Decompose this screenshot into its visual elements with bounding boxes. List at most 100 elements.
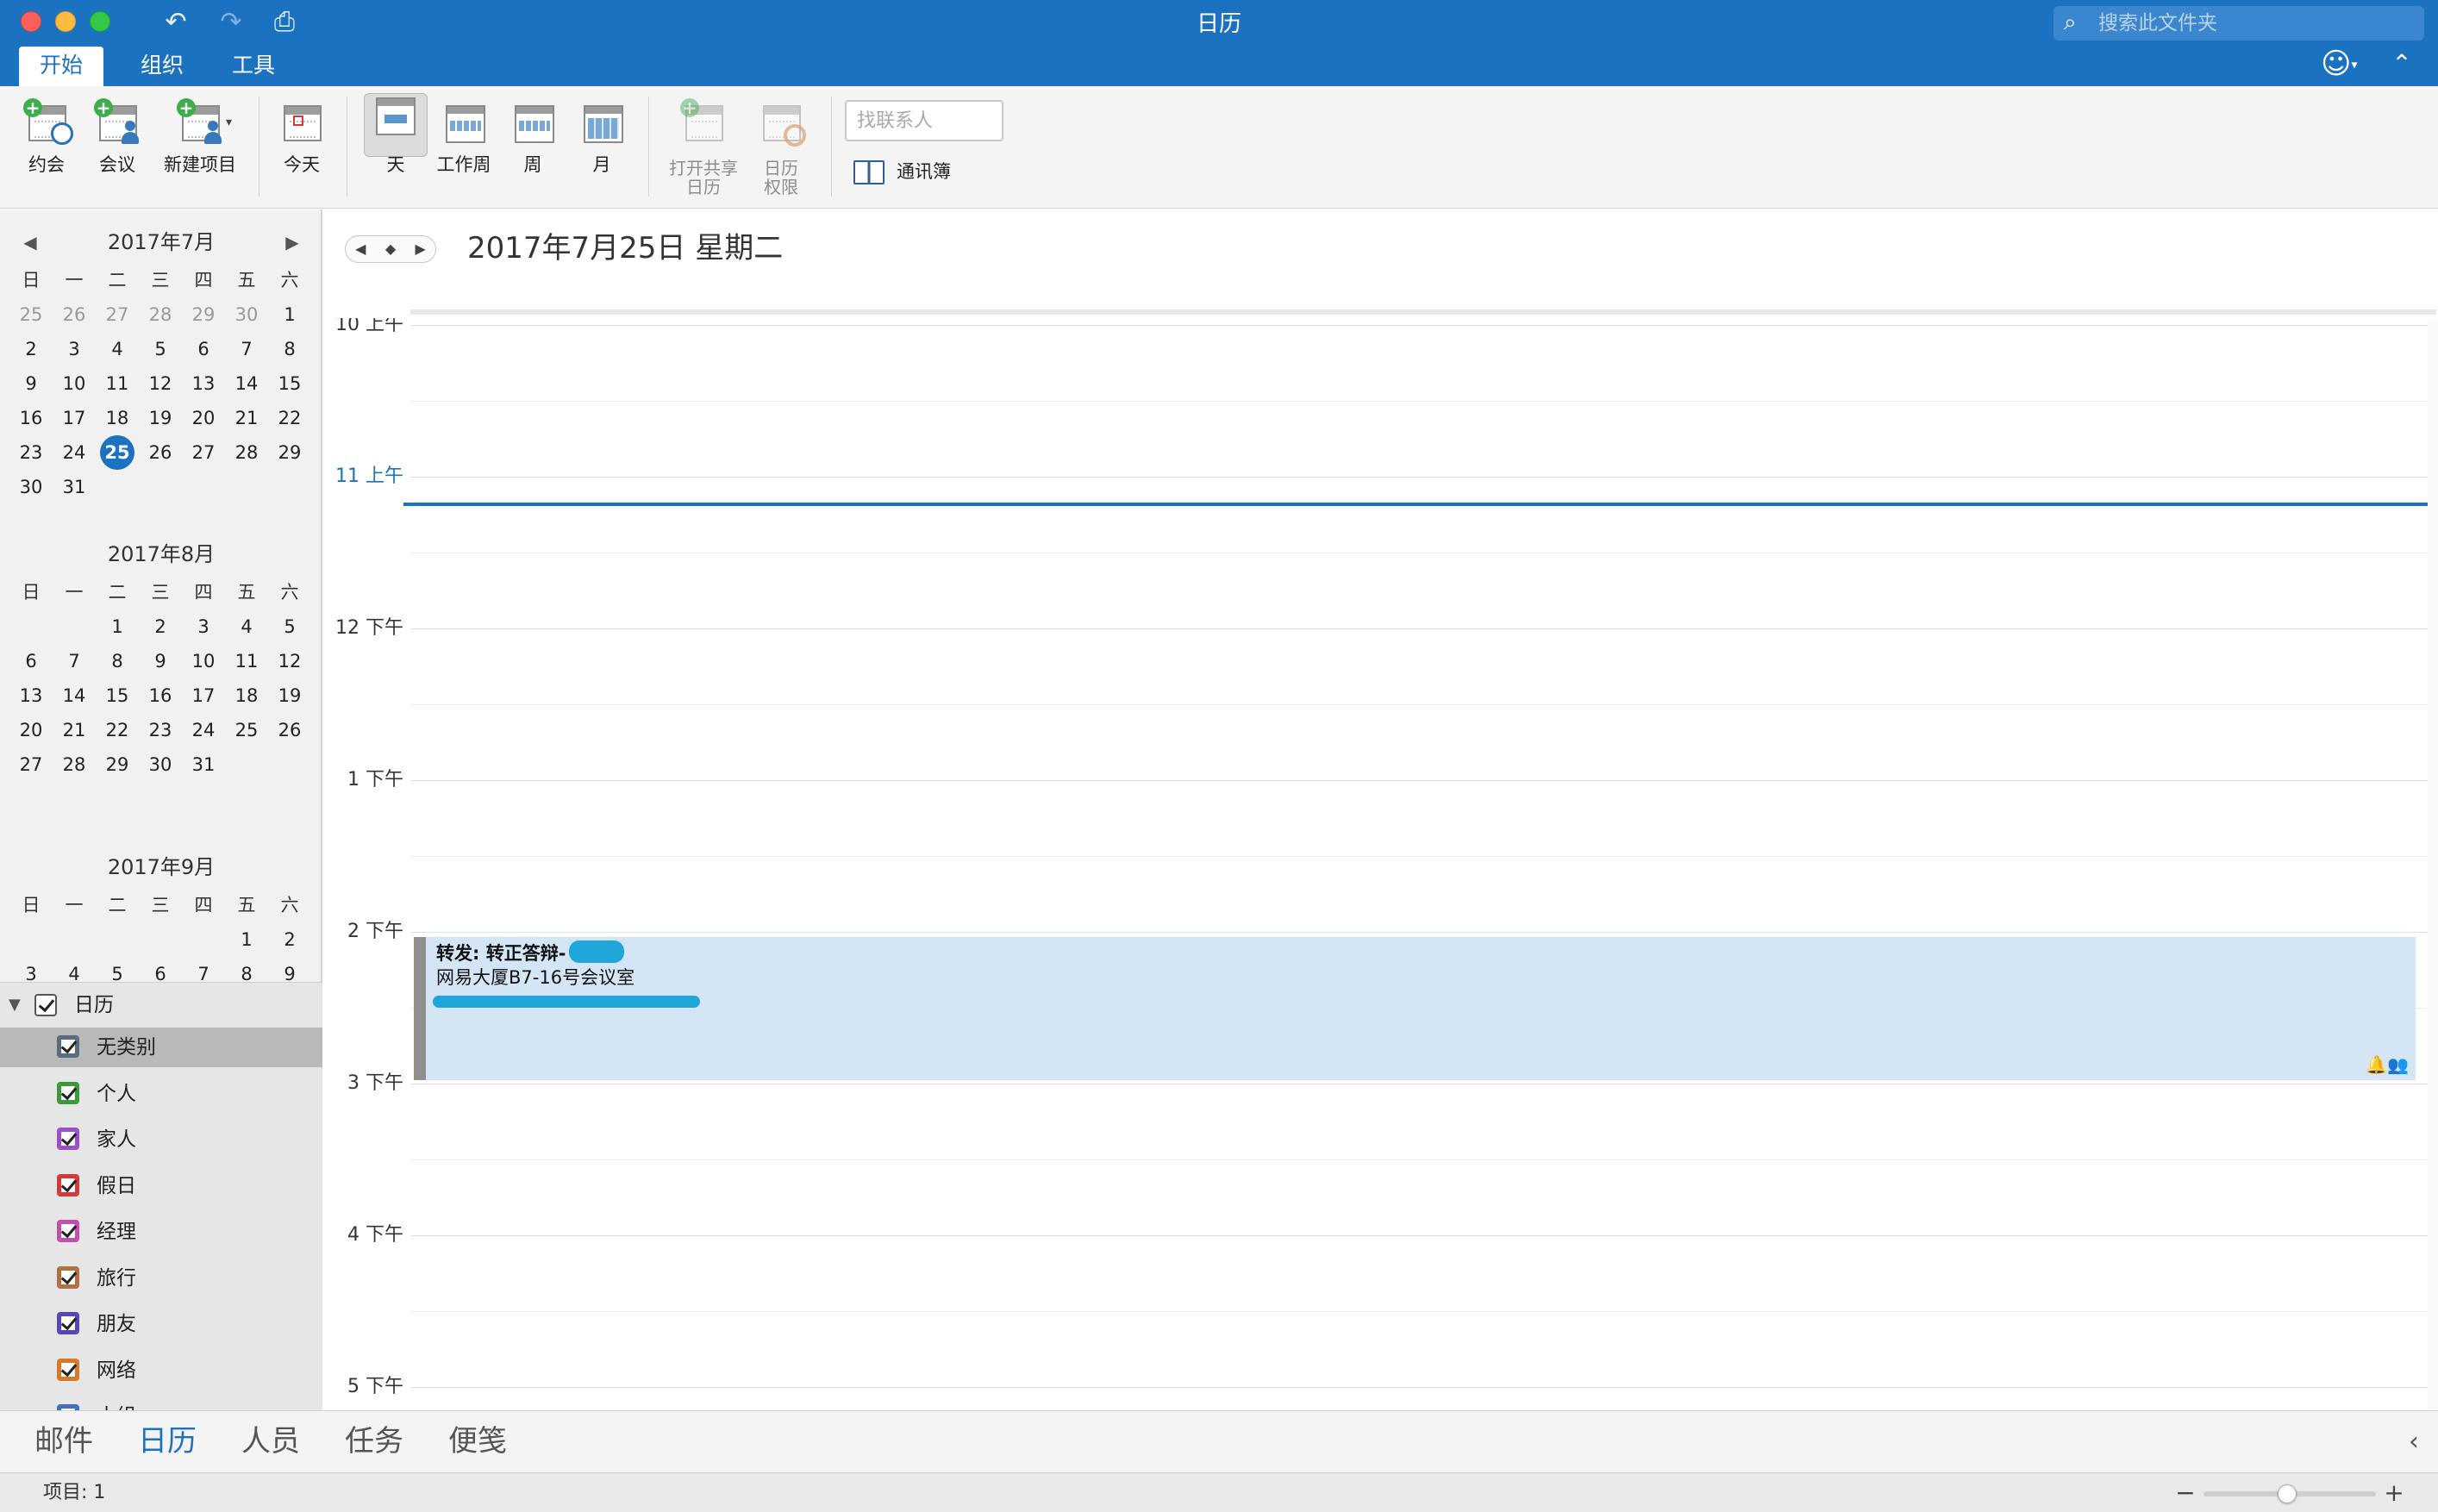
mini-calendar-day[interactable]: 29	[268, 435, 311, 470]
calendar-root-checkbox[interactable]	[34, 994, 57, 1016]
mini-calendar-day[interactable]: 30	[139, 747, 182, 782]
collapse-panel-chevron-icon[interactable]: ‹	[2398, 1427, 2429, 1458]
mini-calendar-day[interactable]: 20	[9, 713, 53, 747]
category-item[interactable]: 朋友	[0, 1304, 322, 1344]
mini-calendar-day[interactable]: 18	[96, 401, 139, 435]
mini-calendar-day[interactable]: 2	[139, 609, 182, 644]
mini-calendar-day[interactable]: 6	[139, 957, 182, 981]
previous-day-arrow-icon[interactable]: ◀	[346, 236, 376, 262]
nav-mail[interactable]: 邮件	[34, 1421, 93, 1461]
mini-calendar-day[interactable]: 13	[9, 678, 53, 713]
vertical-scrollbar[interactable]	[2428, 318, 2438, 1410]
week-view-button[interactable]: 周	[503, 86, 562, 209]
mini-calendar-day[interactable]: 8	[225, 957, 268, 981]
mini-calendar-day[interactable]: 27	[96, 297, 139, 332]
mini-calendar-day[interactable]: 1	[96, 609, 139, 644]
mini-calendar-day[interactable]: 23	[9, 435, 53, 470]
mini-calendar-day[interactable]: 12	[139, 366, 182, 401]
mini-calendar-day[interactable]: 15	[268, 366, 311, 401]
collapse-ribbon-chevron-up-icon[interactable]: ⌃	[2385, 48, 2419, 79]
tab-organize[interactable]: 组织	[121, 47, 203, 84]
nav-people[interactable]: 人员	[241, 1421, 300, 1461]
calendar-event[interactable]: 转发: 转正答辩- 网易大厦B7-16号会议室 🔔👥	[414, 937, 2416, 1080]
mini-calendar-day[interactable]: 9	[9, 366, 53, 401]
mini-calendar-day[interactable]: 27	[9, 747, 53, 782]
mini-calendar-day[interactable]: 31	[182, 747, 225, 782]
mini-calendar-day[interactable]: 10	[53, 366, 96, 401]
mini-calendar-day[interactable]: 21	[53, 713, 96, 747]
mini-calendar-day[interactable]: 8	[96, 644, 139, 678]
mini-calendar-day[interactable]: 12	[268, 644, 311, 678]
disclosure-triangle-icon[interactable]: ▼	[9, 988, 21, 1022]
mini-calendar-day[interactable]: 9	[268, 957, 311, 981]
mini-calendar-day[interactable]: 26	[139, 435, 182, 470]
mini-calendar-day[interactable]: 4	[96, 332, 139, 366]
feedback-smiley-icon[interactable]: ☺▾	[2321, 47, 2371, 81]
undo-icon[interactable]: ↶	[159, 7, 193, 38]
find-contact-input[interactable]	[845, 100, 1003, 141]
mini-calendar-day[interactable]: 5	[96, 957, 139, 981]
nav-tasks[interactable]: 任务	[345, 1421, 403, 1461]
mini-calendar-day[interactable]: 14	[53, 678, 96, 713]
mini-calendar-day[interactable]: 18	[225, 678, 268, 713]
mini-calendar-day[interactable]: 4	[225, 609, 268, 644]
mini-calendar-day[interactable]: 16	[9, 401, 53, 435]
mini-calendar-day[interactable]: 19	[268, 678, 311, 713]
category-checkbox[interactable]	[57, 1128, 79, 1150]
mini-calendar-day[interactable]: 3	[9, 957, 53, 981]
category-item[interactable]: 旅行	[0, 1259, 322, 1298]
mini-calendar-day[interactable]: 30	[225, 297, 268, 332]
mini-calendar-day[interactable]: 30	[9, 470, 53, 504]
mini-calendar-day[interactable]: 23	[139, 713, 182, 747]
mini-calendar-day[interactable]: 7	[182, 957, 225, 981]
new-appointment-button[interactable]: + 约会	[12, 86, 81, 209]
close-window-button[interactable]	[21, 11, 41, 32]
mini-calendar-day[interactable]: 13	[182, 366, 225, 401]
mini-calendar-day[interactable]: 21	[225, 401, 268, 435]
mini-calendar-day[interactable]: 7	[53, 644, 96, 678]
nav-calendar[interactable]: 日历	[138, 1421, 197, 1461]
mini-calendar-day[interactable]: 14	[225, 366, 268, 401]
mini-calendar-day[interactable]: 6	[182, 332, 225, 366]
mini-calendar-day[interactable]: 17	[53, 401, 96, 435]
mini-calendar-day[interactable]: 20	[182, 401, 225, 435]
mini-calendar-day[interactable]: 24	[182, 713, 225, 747]
address-book-button[interactable]: 通讯簿	[853, 157, 951, 186]
all-day-event-area[interactable]	[410, 282, 2436, 315]
category-item[interactable]: 网络	[0, 1351, 322, 1390]
category-checkbox[interactable]	[57, 1358, 79, 1381]
new-items-button[interactable]: + ▾ 新建项目	[155, 86, 245, 209]
mini-calendar-day[interactable]: 15	[96, 678, 139, 713]
tab-tools[interactable]: 工具	[212, 47, 295, 84]
category-item[interactable]: 个人	[0, 1074, 322, 1114]
today-diamond-icon[interactable]: ◆	[376, 236, 406, 262]
new-meeting-button[interactable]: + 会议	[83, 86, 152, 209]
calendar-root-item[interactable]: ▼ 日历	[0, 988, 322, 1022]
mini-calendar-day[interactable]: 22	[268, 401, 311, 435]
category-item[interactable]: 无类别	[0, 1028, 322, 1067]
category-checkbox[interactable]	[57, 1312, 79, 1334]
mini-calendar-day[interactable]: 3	[182, 609, 225, 644]
mini-calendar-day[interactable]: 28	[53, 747, 96, 782]
search-input[interactable]	[2098, 9, 2409, 37]
printer-icon[interactable]: ⎙	[267, 7, 302, 38]
day-view-button[interactable]	[364, 93, 428, 157]
mini-calendar-day[interactable]: 10	[182, 644, 225, 678]
nav-notes[interactable]: 便笺	[448, 1421, 507, 1461]
mini-calendar-day[interactable]: 6	[9, 644, 53, 678]
mini-calendar-day[interactable]: 16	[139, 678, 182, 713]
zoom-window-button[interactable]	[90, 11, 110, 32]
work-week-view-button[interactable]: 工作周	[434, 86, 493, 209]
mini-calendar-day[interactable]: 2	[268, 922, 311, 957]
mini-calendar-day[interactable]: 3	[53, 332, 96, 366]
mini-calendar-day[interactable]: 29	[182, 297, 225, 332]
mini-calendar-day[interactable]: 27	[182, 435, 225, 470]
category-checkbox[interactable]	[57, 1173, 79, 1196]
mini-calendar-day[interactable]: 1	[268, 297, 311, 332]
category-checkbox[interactable]	[57, 1265, 79, 1289]
mini-calendar-day[interactable]: 29	[96, 747, 139, 782]
zoom-slider-thumb[interactable]	[2278, 1484, 2297, 1503]
mini-calendar-day[interactable]: 4	[53, 957, 96, 981]
month-view-button[interactable]: 月	[572, 86, 631, 209]
tab-home[interactable]: 开始	[19, 47, 103, 86]
